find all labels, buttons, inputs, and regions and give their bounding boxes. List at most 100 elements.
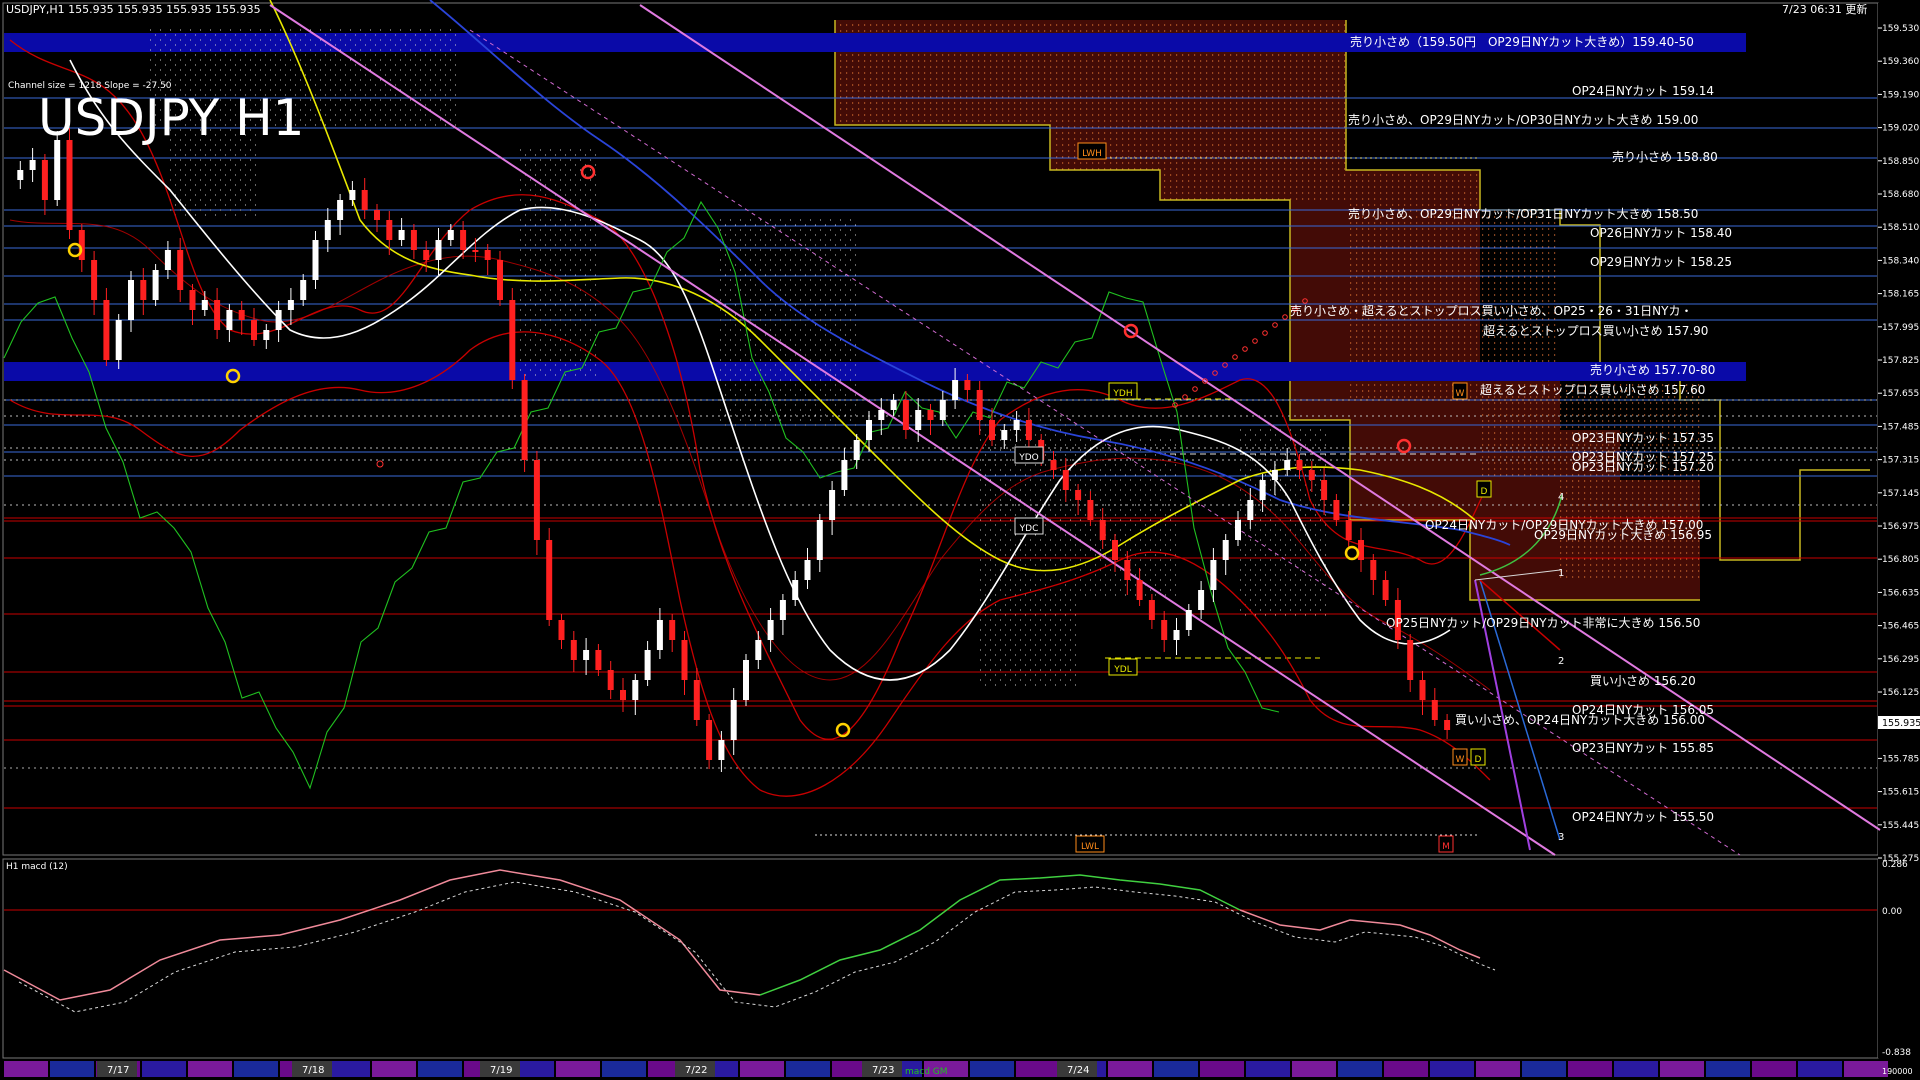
projection-label-n3: 3	[1558, 832, 1564, 843]
candle-up	[152, 270, 159, 300]
date-segment	[4, 1061, 48, 1077]
candle-up	[312, 240, 319, 280]
candle-up	[447, 230, 454, 240]
price-scale-tick: 159.020	[1882, 124, 1919, 134]
sar-dot	[1232, 354, 1238, 360]
level-label: OP24日NYカット 159.14	[1572, 84, 1714, 98]
price-scale-tick: 156.295	[1882, 655, 1919, 665]
candle-up	[779, 600, 786, 620]
date-segment	[786, 1061, 830, 1077]
candle-down	[386, 220, 393, 240]
date-segment	[372, 1061, 416, 1077]
date-segment	[1430, 1061, 1474, 1077]
marker-lwl: LWL	[1075, 835, 1105, 853]
candle-down	[1112, 540, 1118, 560]
macd-scale-bottom: -0.838	[1882, 1048, 1911, 1058]
candle-down	[1333, 500, 1340, 520]
candle-down	[669, 620, 676, 640]
candle-down	[238, 310, 245, 320]
macd-line-negative	[3, 869, 1481, 1001]
candle-up	[644, 650, 651, 680]
candle-up	[1271, 470, 1278, 480]
candle-up	[1235, 520, 1241, 540]
candle-up	[1185, 610, 1192, 630]
svg-text:M: M	[1442, 842, 1450, 852]
candle-down	[410, 230, 417, 250]
level-label: 売り小さめ 157.70-80	[1590, 362, 1715, 377]
sar-dot	[1262, 330, 1268, 336]
candle-down	[693, 680, 700, 720]
sar-dot	[1252, 338, 1258, 344]
candle-up	[816, 520, 823, 560]
candle-up	[1013, 420, 1020, 430]
level-label: 超えるとストップロス買い小さめ 157.60	[1480, 382, 1705, 397]
date-segment	[1246, 1061, 1290, 1077]
candle-down	[103, 300, 110, 360]
date-label: 7/19	[490, 1065, 512, 1076]
chart-title: USDJPY H1	[38, 89, 304, 147]
marker-ydc: YDC	[1014, 517, 1044, 535]
svg-text:W: W	[1456, 755, 1465, 765]
date-segment	[740, 1061, 784, 1077]
fractal-markers	[67, 164, 1412, 738]
candle-down	[1099, 520, 1106, 540]
price-scale-tick: 156.125	[1882, 688, 1919, 698]
level-label: OP29日NYカット大きめ 156.95	[1534, 528, 1712, 542]
candle-down	[189, 290, 196, 310]
candle-up	[1001, 430, 1008, 440]
date-segment	[602, 1061, 646, 1077]
level-label: 超えるとストップロス買い小さめ 157.90	[1483, 323, 1708, 338]
candle-down	[989, 420, 995, 440]
candles-layer	[17, 128, 1451, 772]
candle-down	[214, 300, 221, 330]
candle-down	[1087, 500, 1094, 520]
candle-up	[841, 460, 848, 490]
price-scale-tick: 156.975	[1882, 522, 1919, 532]
date-segment	[1016, 1061, 1060, 1077]
candle-up	[829, 490, 836, 520]
candle-down	[1062, 470, 1069, 490]
candle-up	[804, 560, 811, 580]
level-label: OP23日NYカット 157.35	[1572, 431, 1714, 445]
candle-up	[115, 320, 122, 360]
candle-down	[1419, 680, 1426, 700]
candle-up	[398, 230, 405, 240]
marker-w: W	[1452, 748, 1468, 766]
candle-up	[1247, 500, 1254, 520]
candle-down	[1370, 560, 1377, 580]
candle-down	[620, 690, 626, 700]
candle-up	[128, 280, 134, 320]
level-label: 売り小さめ・超えるとストップロス買い小さめ、OP25・26・31日NYカ・	[1290, 303, 1692, 318]
date-segment	[326, 1061, 370, 1077]
date-segment	[556, 1061, 600, 1077]
candle-down	[1358, 540, 1364, 560]
projection-label-n4: 4	[1558, 492, 1564, 503]
candle-up	[300, 280, 307, 300]
level-label: 売り小さめ 158.80	[1612, 149, 1718, 164]
candle-up	[632, 680, 639, 700]
band-mid	[4, 362, 1746, 381]
candle-up	[1284, 460, 1291, 470]
candle-down	[681, 640, 688, 680]
date-segment	[1200, 1061, 1244, 1077]
candle-up	[275, 310, 282, 330]
sar-dot	[1242, 346, 1248, 352]
candle-down	[460, 230, 467, 250]
update-time: 7/23 06:31 更新	[1782, 2, 1867, 16]
candle-down	[1025, 420, 1032, 440]
candle-down	[558, 620, 565, 640]
date-segment	[1154, 1061, 1198, 1077]
candle-down	[1407, 640, 1414, 680]
candle-up	[853, 440, 860, 460]
price-chart[interactable]: LWHYDHYDOYDCYDLLWLWDW DM1234 売り小さめ（159.50…	[0, 0, 1920, 1080]
candle-up	[767, 620, 774, 640]
date-segment	[1614, 1061, 1658, 1077]
candle-down	[1161, 620, 1168, 640]
price-scale-tick: 157.145	[1882, 489, 1919, 499]
date-segment	[50, 1061, 94, 1077]
date-segment	[1752, 1061, 1796, 1077]
svg-text:YDH: YDH	[1112, 389, 1132, 399]
date-segment	[1568, 1061, 1612, 1077]
candle-down	[902, 400, 909, 430]
candle-up	[349, 190, 356, 200]
